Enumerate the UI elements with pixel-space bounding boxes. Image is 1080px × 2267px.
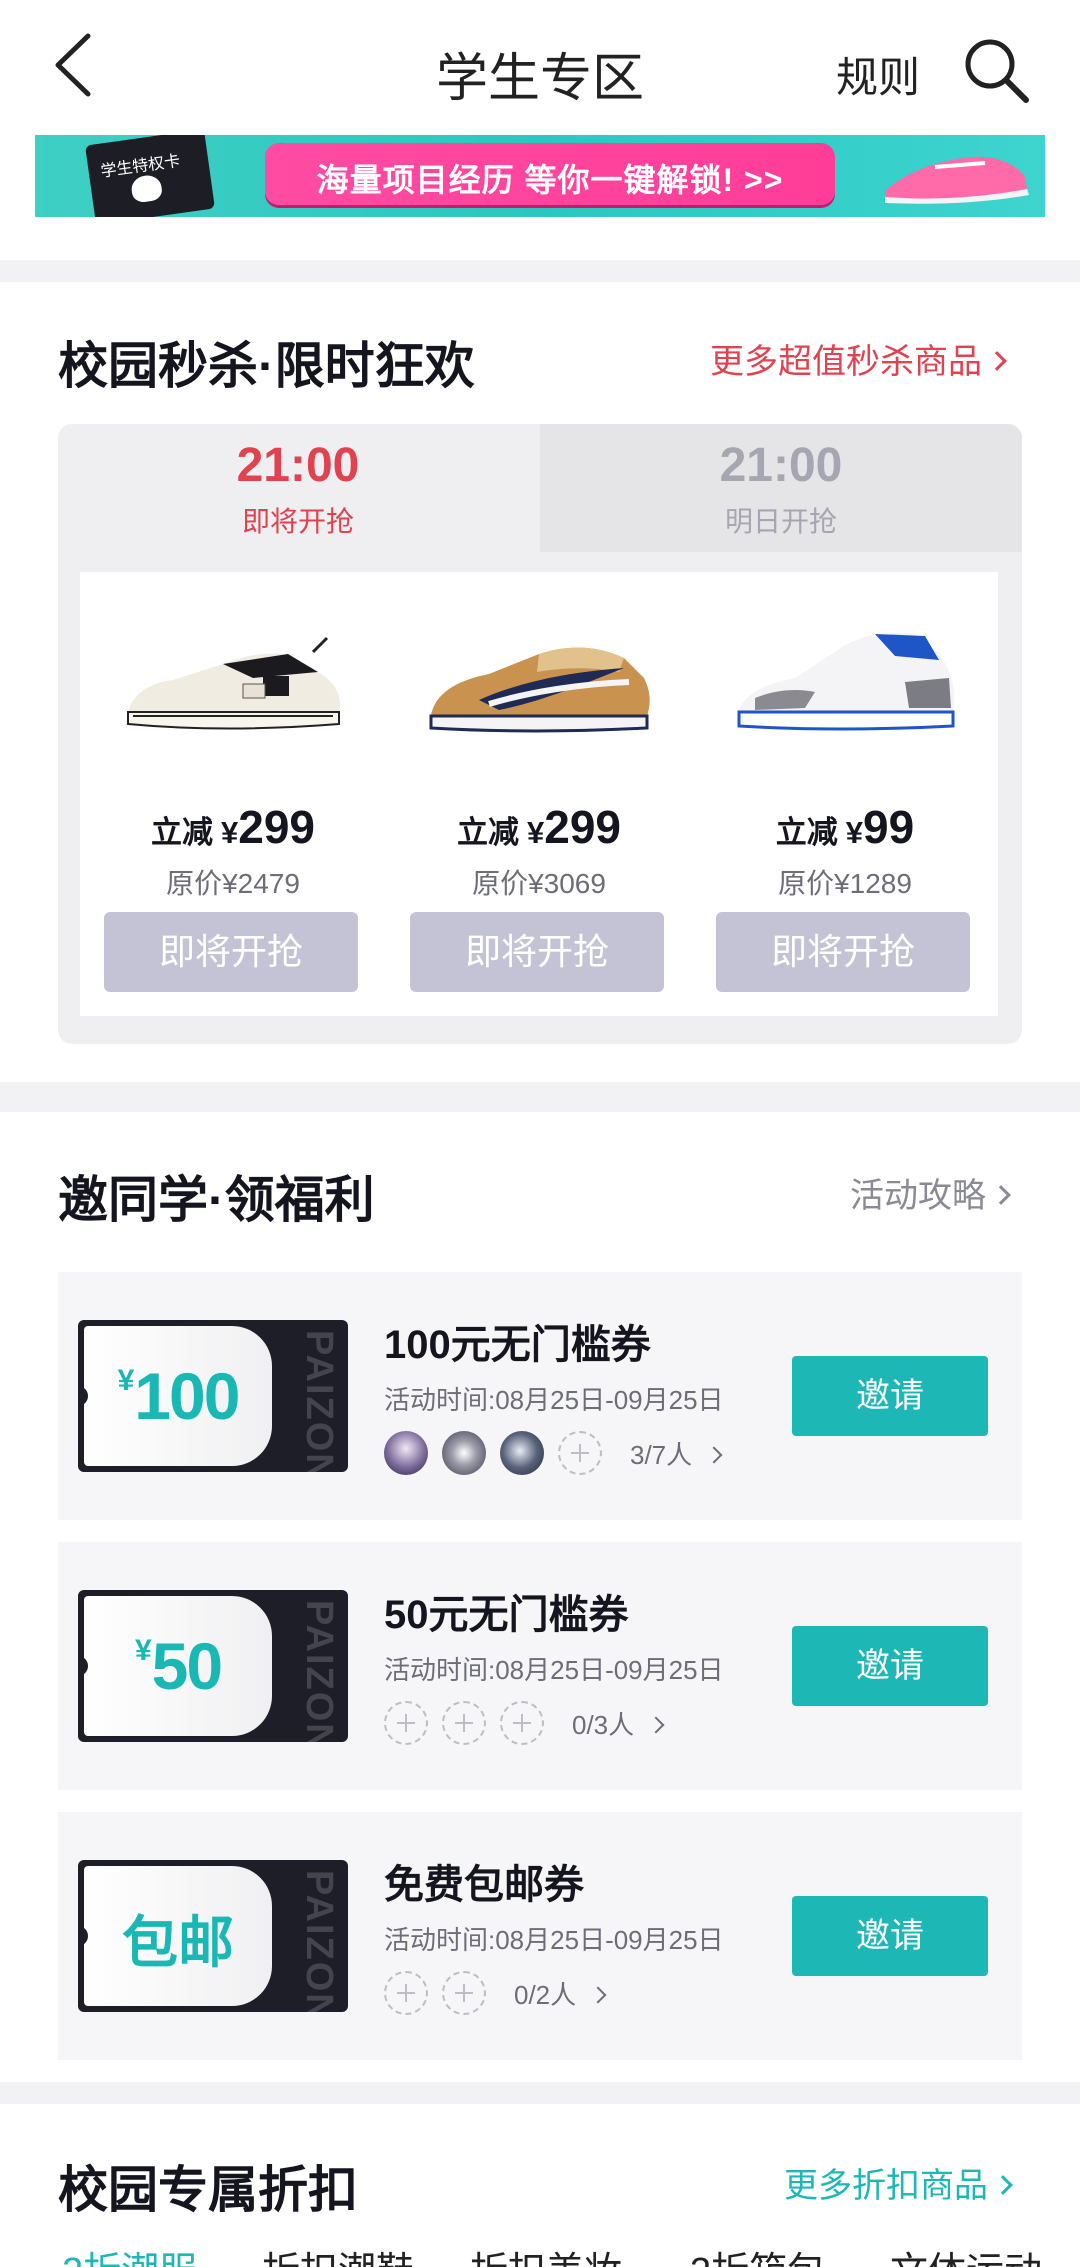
original-price: 原价¥2479 bbox=[166, 868, 300, 899]
product-card[interactable]: 立减 ¥299 原价¥3069 即将开抢 bbox=[386, 572, 692, 1016]
coupon-brand: PAIZON bbox=[298, 1330, 340, 1472]
flash-sale-section: 校园秒杀·限时狂欢 更多超值秒杀商品 21:00 即将开抢 21:00 明日开抢 bbox=[0, 282, 1080, 1082]
original-price: 原价¥1289 bbox=[778, 868, 912, 899]
empty-slot-plus-icon bbox=[442, 1701, 486, 1745]
empty-slot-plus-icon bbox=[558, 1431, 602, 1475]
invitee-progress[interactable]: 0/3人 bbox=[384, 1700, 665, 1746]
coupon-name: 100元无门槛券 bbox=[384, 1323, 651, 1367]
tab-today[interactable]: 21:00 即将开抢 bbox=[58, 424, 538, 552]
banner-shoe-image bbox=[885, 156, 1029, 204]
banner-text: 海量项目经历 等你一键解锁! >> bbox=[316, 162, 784, 198]
tab-discount-category[interactable]: 文体运动 bbox=[890, 2240, 1042, 2267]
coming-soon-button[interactable]: 即将开抢 bbox=[410, 912, 664, 992]
product-card[interactable]: 立减 ¥99 原价¥1289 即将开抢 bbox=[692, 572, 998, 1016]
coming-soon-button[interactable]: 即将开抢 bbox=[716, 912, 970, 992]
student-card-image: 学生特权卡 bbox=[85, 135, 215, 217]
invitee-progress[interactable]: 3/7人 bbox=[384, 1430, 723, 1476]
chevron-right-icon bbox=[993, 2175, 1013, 2195]
empty-slot-plus-icon bbox=[384, 1971, 428, 2015]
avatar bbox=[384, 1431, 428, 1475]
search-icon[interactable] bbox=[962, 36, 1030, 104]
coupon-name: 50元无门槛券 bbox=[384, 1593, 629, 1637]
more-discount-link[interactable]: 更多折扣商品 bbox=[784, 2158, 1013, 2207]
activity-guide-link[interactable]: 活动攻略 bbox=[850, 1168, 1011, 1217]
coupon-time: 活动时间:08月25日-09月25日 bbox=[384, 1925, 724, 1955]
coupon-name: 免费包邮券 bbox=[384, 1863, 584, 1907]
coupon-value: ¥100 bbox=[117, 1359, 241, 1433]
tab-status: 明日开抢 bbox=[724, 506, 837, 537]
campus-discount-title: 校园专属折扣 bbox=[58, 2162, 358, 2218]
flash-sale-panel: 21:00 即将开抢 21:00 明日开抢 立减 ¥299 原价¥2479 即将… bbox=[58, 424, 1022, 1044]
avatar bbox=[442, 1431, 486, 1475]
tab-discount-category[interactable]: 折扣潮鞋 bbox=[262, 2240, 414, 2267]
sneaker-image bbox=[429, 647, 650, 733]
coupon-brand: PAIZON bbox=[298, 1600, 340, 1742]
product-price: 立减 ¥99 bbox=[775, 801, 915, 853]
invite-count: 3/7人 bbox=[630, 1435, 723, 1472]
invite-button[interactable]: 邀请 bbox=[792, 1356, 988, 1436]
coupon-ticket: ¥50 PAIZON bbox=[78, 1590, 348, 1742]
coupon-value: 包邮 bbox=[122, 1911, 234, 1974]
invite-button[interactable]: 邀请 bbox=[792, 1626, 988, 1706]
coupon-row: ¥100 PAIZON 100元无门槛券 活动时间:08月25日-09月25日 … bbox=[58, 1272, 1022, 1520]
empty-slot-plus-icon bbox=[500, 1701, 544, 1745]
chevron-right-icon bbox=[589, 1986, 607, 2004]
invite-button[interactable]: 邀请 bbox=[792, 1896, 988, 1976]
more-discount-label: 更多折扣商品 bbox=[784, 2167, 988, 2205]
tab-time: 21:00 bbox=[236, 439, 360, 492]
flash-sale-title: 校园秒杀·限时狂欢 bbox=[58, 338, 475, 394]
invite-title: 邀同学·领福利 bbox=[58, 1172, 375, 1228]
more-flash-sale-label: 更多超值秒杀商品 bbox=[710, 343, 982, 381]
chevron-right-icon bbox=[647, 1716, 665, 1734]
original-price: 原价¥3069 bbox=[472, 868, 606, 899]
chevron-right-icon bbox=[991, 1185, 1011, 1205]
product-price: 立减 ¥299 bbox=[151, 801, 315, 853]
empty-slot-plus-icon bbox=[442, 1971, 486, 2015]
promo-banner[interactable]: 学生特权卡 海量项目经历 等你一键解锁! >> bbox=[35, 135, 1045, 217]
activity-guide-label: 活动攻略 bbox=[850, 1177, 986, 1215]
avatar bbox=[500, 1431, 544, 1475]
coupon-time: 活动时间:08月25日-09月25日 bbox=[384, 1655, 724, 1685]
invite-count: 0/2人 bbox=[514, 1975, 607, 2012]
rules-link[interactable]: 规则 bbox=[836, 44, 920, 105]
tab-discount-category[interactable]: 折扣美妆 bbox=[470, 2240, 622, 2267]
tab-tomorrow[interactable]: 21:00 明日开抢 bbox=[540, 424, 1022, 552]
top-nav-bar: 学生专区 规则 bbox=[0, 0, 1080, 130]
tab-discount-category[interactable]: 2折潮服 bbox=[62, 2240, 197, 2267]
coupon-row: ¥50 PAIZON 50元无门槛券 活动时间:08月25日-09月25日 0/… bbox=[58, 1542, 1022, 1790]
invite-count: 0/3人 bbox=[572, 1705, 665, 1742]
coupon-value: ¥50 bbox=[134, 1629, 223, 1703]
product-price: 立减 ¥299 bbox=[457, 801, 621, 853]
more-flash-sale-link[interactable]: 更多超值秒杀商品 bbox=[710, 334, 1007, 383]
sneaker-image bbox=[737, 632, 955, 731]
product-list: 立减 ¥299 原价¥2479 即将开抢 立减 ¥299 原价¥3069 即将开抢 bbox=[80, 572, 998, 1016]
coupon-ticket: 包邮 PAIZON bbox=[78, 1860, 348, 2012]
promo-banner-container: 学生特权卡 海量项目经历 等你一键解锁! >> bbox=[0, 130, 1080, 260]
coupon-ticket: ¥100 PAIZON bbox=[78, 1320, 348, 1472]
sneaker-image bbox=[127, 636, 341, 730]
product-card[interactable]: 立减 ¥299 原价¥2479 即将开抢 bbox=[80, 572, 386, 1016]
chevron-right-icon bbox=[705, 1446, 723, 1464]
tab-status: 即将开抢 bbox=[241, 506, 354, 537]
coming-soon-button[interactable]: 即将开抢 bbox=[104, 912, 358, 992]
coupon-brand: PAIZON bbox=[298, 1870, 340, 2012]
chevron-right-icon bbox=[987, 351, 1007, 371]
banner-cta: 海量项目经历 等你一键解锁! >> bbox=[265, 143, 835, 205]
empty-slot-plus-icon bbox=[384, 1701, 428, 1745]
tab-time: 21:00 bbox=[719, 439, 843, 492]
tab-discount-category[interactable]: 3折箱包 bbox=[690, 2240, 825, 2267]
coupon-time: 活动时间:08月25日-09月25日 bbox=[384, 1385, 724, 1415]
invite-section: 邀同学·领福利 活动攻略 ¥100 PAIZON 100元无门槛券 活动时间:0… bbox=[0, 1112, 1080, 2082]
invitee-progress[interactable]: 0/2人 bbox=[384, 1970, 607, 2016]
mascot-icon bbox=[129, 173, 164, 204]
coupon-row: 包邮 PAIZON 免费包邮券 活动时间:08月25日-09月25日 0/2人 … bbox=[58, 1812, 1022, 2060]
